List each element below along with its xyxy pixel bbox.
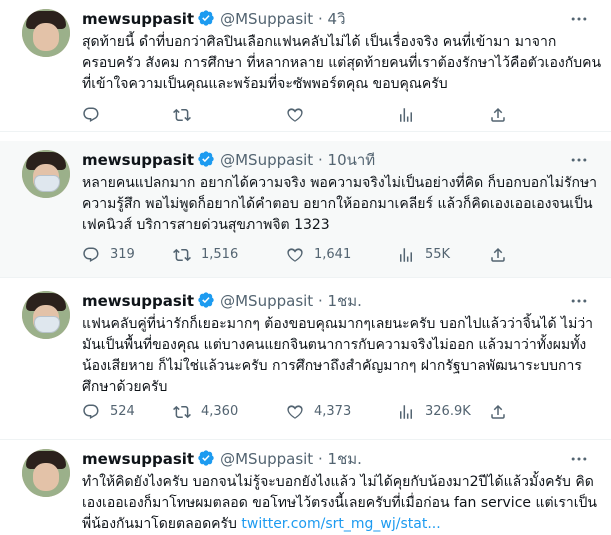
views-icon — [400, 248, 412, 262]
tweet-link[interactable]: twitter.com/srt_mg_wj/stat... — [241, 516, 440, 532]
tweet-text: ทำให้คิดยังไงครับ บอกจนไม่รู้จะบอกยังไงแ… — [82, 472, 602, 535]
display-name[interactable]: mewsuppasit — [82, 450, 194, 468]
retweet-icon — [173, 248, 191, 262]
retweet-button[interactable]: 4,360 — [173, 402, 238, 422]
like-icon — [287, 405, 303, 419]
share-button[interactable] — [489, 245, 517, 265]
reply-count: 524 — [110, 404, 135, 419]
views-button[interactable] — [397, 105, 425, 125]
separator-dot: · — [317, 10, 323, 28]
verified-badge-icon — [197, 449, 215, 473]
tweet-header: mewsuppasit @MSuppasit · 1ชม. — [82, 448, 362, 470]
tweet-text: แฟนคลับคู่ที่น่ารักก็เยอะมากๆ ต้องขอบคุณ… — [82, 314, 602, 398]
separator-dot: · — [317, 292, 323, 310]
avatar[interactable] — [22, 449, 70, 497]
share-icon — [491, 107, 505, 122]
retweet-count: 1,516 — [201, 247, 239, 262]
tweet-feed: mewsuppasit @MSuppasit · 4วิ สุดท้ายนี้ ด… — [0, 0, 611, 532]
reply-icon — [83, 404, 99, 420]
tweet[interactable]: mewsuppasit @MSuppasit · 10นาที หลายคนแปล… — [0, 141, 611, 278]
separator-dot: · — [317, 450, 323, 468]
timestamp[interactable]: 10นาที — [328, 151, 376, 169]
views-count: 326.9K — [425, 404, 471, 419]
retweet-count: 4,360 — [201, 404, 239, 419]
user-handle: @MSuppasit — [220, 151, 314, 169]
user-handle: @MSuppasit — [220, 292, 314, 310]
views-count: 55K — [425, 247, 451, 262]
verified-badge-icon — [197, 150, 215, 174]
avatar[interactable] — [22, 291, 70, 339]
reply-button[interactable]: 524 — [82, 402, 135, 422]
share-icon — [491, 404, 505, 419]
tweet-text-content: สุดท้ายนี้ ดำที่บอกว่าศิลปินเลือกแฟนคลับ… — [82, 34, 602, 92]
retweet-button[interactable] — [173, 105, 201, 125]
retweet-button[interactable]: 1,516 — [173, 245, 238, 265]
tweet-text: สุดท้ายนี้ ดำที่บอกว่าศิลปินเลือกแฟนคลับ… — [82, 32, 602, 95]
tweet-header: mewsuppasit @MSuppasit · 1ชม. — [82, 290, 362, 312]
display-name[interactable]: mewsuppasit — [82, 10, 194, 28]
display-name[interactable]: mewsuppasit — [82, 292, 194, 310]
timestamp[interactable]: 1ชม. — [328, 292, 362, 310]
more-icon[interactable] — [569, 9, 589, 29]
views-button[interactable]: 55K — [397, 245, 450, 265]
tweet-actions: 524 4,360 4,373 326.9K — [82, 402, 592, 422]
tweet-text-content: แฟนคลับคู่ที่น่ารักก็เยอะมากๆ ต้องขอบคุณ… — [82, 316, 594, 395]
user-handle: @MSuppasit — [220, 450, 314, 468]
tweet-actions — [82, 105, 592, 125]
separator-dot: · — [317, 151, 323, 169]
timestamp[interactable]: 4วิ — [328, 10, 346, 28]
share-icon — [491, 247, 505, 262]
more-icon[interactable] — [569, 449, 589, 469]
tweet-header: mewsuppasit @MSuppasit · 4วิ — [82, 8, 346, 30]
like-icon — [287, 248, 303, 262]
views-icon — [400, 108, 412, 122]
reply-icon — [83, 247, 99, 263]
timestamp[interactable]: 1ชม. — [328, 450, 362, 468]
display-name[interactable]: mewsuppasit — [82, 151, 194, 169]
tweet[interactable]: mewsuppasit @MSuppasit · 4วิ สุดท้ายนี้ ด… — [0, 0, 611, 132]
like-count: 1,641 — [314, 247, 352, 262]
views-icon — [400, 405, 412, 419]
reply-button[interactable]: 319 — [82, 245, 135, 265]
reply-button[interactable] — [82, 105, 110, 125]
avatar[interactable] — [22, 9, 70, 57]
more-icon[interactable] — [569, 150, 589, 170]
retweet-icon — [173, 108, 191, 122]
tweet[interactable]: mewsuppasit @MSuppasit · 1ชม. แฟนคลับคู่ท… — [0, 282, 611, 440]
like-button[interactable]: 1,641 — [286, 245, 351, 265]
tweet-text: หลายคนแปลกมาก อยากได้ความจริง พอความจริง… — [82, 173, 602, 236]
reply-count: 319 — [110, 247, 135, 262]
user-handle: @MSuppasit — [220, 10, 314, 28]
tweet-actions: 319 1,516 1,641 55K — [82, 245, 592, 265]
like-count: 4,373 — [314, 404, 352, 419]
tweet-text-content: หลายคนแปลกมาก อยากได้ความจริง พอความจริง… — [82, 175, 598, 233]
verified-badge-icon — [197, 9, 215, 33]
retweet-icon — [173, 405, 191, 419]
reply-icon — [83, 107, 99, 123]
share-button[interactable] — [489, 105, 517, 125]
like-button[interactable]: 4,373 — [286, 402, 351, 422]
like-icon — [287, 108, 303, 122]
views-button[interactable]: 326.9K — [397, 402, 471, 422]
tweet[interactable]: mewsuppasit @MSuppasit · 1ชม. ทำให้คิดยัง… — [0, 440, 611, 532]
verified-badge-icon — [197, 291, 215, 315]
more-icon[interactable] — [569, 291, 589, 311]
tweet-header: mewsuppasit @MSuppasit · 10นาที — [82, 149, 375, 171]
avatar[interactable] — [22, 150, 70, 198]
like-button[interactable] — [286, 105, 314, 125]
share-button[interactable] — [489, 402, 517, 422]
